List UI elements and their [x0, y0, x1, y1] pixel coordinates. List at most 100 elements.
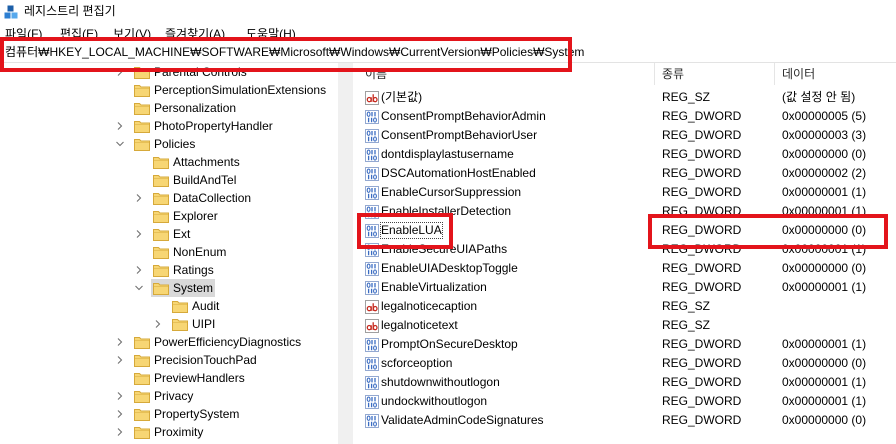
tree-node[interactable]: Privacy	[132, 387, 195, 405]
tree-node[interactable]: Audit	[170, 297, 221, 315]
value-name-cell[interactable]: legalnoticecaption	[357, 299, 655, 314]
value-name-cell[interactable]: (기본값)	[357, 90, 655, 105]
tree-node[interactable]: PropertySystem	[132, 405, 241, 423]
value-row-legalnoticecaption[interactable]: legalnoticecaption REG_SZ	[357, 297, 896, 316]
tree-item-ext[interactable]: Ext	[0, 225, 338, 243]
registry-key-tree[interactable]: Parental Controls PerceptionSimulationExt…	[0, 63, 338, 444]
value-name-cell[interactable]: ConsentPromptBehaviorUser	[357, 128, 655, 143]
tree-item-previewhandlers[interactable]: PreviewHandlers	[0, 369, 338, 387]
tree-node[interactable]: PhotoPropertyHandler	[132, 117, 275, 135]
value-row-validateadmincodesignatures[interactable]: ValidateAdminCodeSignatures REG_DWORD 0x00…	[357, 411, 896, 430]
chevron-down-icon[interactable]	[131, 280, 147, 296]
address-bar[interactable]: 컴퓨터₩HKEY_LOCAL_MACHINE₩SOFTWARE₩Microsof…	[0, 42, 896, 63]
tree-item-perceptionsimulationextensions[interactable]: PerceptionSimulationExtensions	[0, 81, 338, 99]
tree-node[interactable]: System	[151, 279, 216, 297]
tree-node[interactable]: Ratings	[151, 261, 216, 279]
tree-item-personalization[interactable]: Personalization	[0, 99, 338, 117]
value-row-shutdownwithoutlogon[interactable]: shutdownwithoutlogon REG_DWORD 0x00000001 …	[357, 373, 896, 392]
tree-item-powerefficiencydiagnostics[interactable]: PowerEfficiencyDiagnostics	[0, 333, 338, 351]
tree-node[interactable]: Proximity	[132, 423, 205, 441]
value-row-enablecursorsuppression[interactable]: EnableCursorSuppression REG_DWORD 0x000000…	[357, 183, 896, 202]
tree-item-buildandtel[interactable]: BuildAndTel	[0, 171, 338, 189]
value-row-enableuiadesktoptoggle[interactable]: EnableUIADesktopToggle REG_DWORD 0x0000000…	[357, 259, 896, 278]
value-name-cell[interactable]: legalnoticetext	[357, 318, 655, 333]
chevron-right-icon[interactable]	[112, 388, 128, 404]
tree-item-propertysystem[interactable]: PropertySystem	[0, 405, 338, 423]
value-row-consentpromptbehavioradmin[interactable]: ConsentPromptBehaviorAdmin REG_DWORD 0x000…	[357, 107, 896, 126]
value-row-default[interactable]: (기본값) REG_SZ (값 설정 안 됨)	[357, 88, 896, 107]
value-name-cell[interactable]: undockwithoutlogon	[357, 394, 655, 409]
tree-item-attachments[interactable]: Attachments	[0, 153, 338, 171]
tree-item-precisiontouchpad[interactable]: PrecisionTouchPad	[0, 351, 338, 369]
column-header-type[interactable]: 종류	[655, 63, 775, 85]
value-name-cell[interactable]: scforceoption	[357, 356, 655, 371]
tree-item-explorer[interactable]: Explorer	[0, 207, 338, 225]
chevron-right-icon[interactable]	[131, 190, 147, 206]
chevron-right-icon[interactable]	[112, 118, 128, 134]
tree-node[interactable]: Explorer	[151, 207, 220, 225]
menu-favorites[interactable]: 즐겨찾기(A)	[165, 27, 225, 42]
menu-view[interactable]: 보기(V)	[113, 27, 151, 42]
chevron-right-icon[interactable]	[150, 316, 166, 332]
value-row-enablesecureuiapaths[interactable]: EnableSecureUIAPaths REG_DWORD 0x00000001 …	[357, 240, 896, 259]
value-row-consentpromptbehavioruser[interactable]: ConsentPromptBehaviorUser REG_DWORD 0x0000…	[357, 126, 896, 145]
chevron-right-icon[interactable]	[112, 406, 128, 422]
address-path[interactable]: 컴퓨터₩HKEY_LOCAL_MACHINE₩SOFTWARE₩Microsof…	[5, 45, 584, 60]
column-header-name[interactable]: 이름	[357, 63, 655, 85]
value-row-undockwithoutlogon[interactable]: undockwithoutlogon REG_DWORD 0x00000001 (1…	[357, 392, 896, 411]
tree-item-policies[interactable]: Policies	[0, 135, 338, 153]
value-name-cell[interactable]: EnableSecureUIAPaths	[357, 242, 655, 257]
tree-item-photopropertyhandler[interactable]: PhotoPropertyHandler	[0, 117, 338, 135]
chevron-down-icon[interactable]	[112, 136, 128, 152]
column-header-data[interactable]: 데이터	[775, 63, 896, 85]
tree-node[interactable]: UIPI	[170, 315, 217, 333]
tree-item-privacy[interactable]: Privacy	[0, 387, 338, 405]
tree-node[interactable]: DataCollection	[151, 189, 253, 207]
menu-file[interactable]: 파일(F)	[5, 27, 42, 42]
tree-scrollbar[interactable]	[338, 63, 353, 444]
tree-node[interactable]: BuildAndTel	[151, 171, 238, 189]
tree-node[interactable]: Attachments	[151, 153, 242, 171]
tree-node[interactable]: PreviewHandlers	[132, 369, 247, 387]
value-name-cell[interactable]: EnableVirtualization	[357, 280, 655, 295]
value-name-cell[interactable]: ValidateAdminCodeSignatures	[357, 413, 655, 428]
tree-item-audit[interactable]: Audit	[0, 297, 338, 315]
value-name-cell[interactable]: DSCAutomationHostEnabled	[357, 166, 655, 181]
tree-node[interactable]: PrecisionTouchPad	[132, 351, 259, 369]
tree-node[interactable]: Ext	[151, 225, 192, 243]
tree-item-system[interactable]: System	[0, 279, 338, 297]
tree-item-parental-controls[interactable]: Parental Controls	[0, 63, 338, 81]
value-row-enableinstallerdetection[interactable]: EnableInstallerDetection REG_DWORD 0x00000…	[357, 202, 896, 221]
tree-item-proximity[interactable]: Proximity	[0, 423, 338, 441]
tree-item-datacollection[interactable]: DataCollection	[0, 189, 338, 207]
tree-item-nonenum[interactable]: NonEnum	[0, 243, 338, 261]
value-row-promptonsecuredesktop[interactable]: PromptOnSecureDesktop REG_DWORD 0x00000001…	[357, 335, 896, 354]
chevron-right-icon[interactable]	[131, 226, 147, 242]
value-name-cell[interactable]: EnableUIADesktopToggle	[357, 261, 655, 276]
value-row-dscautomationhostenabled[interactable]: DSCAutomationHostEnabled REG_DWORD 0x00000…	[357, 164, 896, 183]
menu-help[interactable]: 도움말(H)	[246, 27, 296, 42]
value-row-enablelua[interactable]: EnableLUA REG_DWORD 0x00000000 (0)	[357, 221, 896, 240]
tree-node[interactable]: Parental Controls	[132, 63, 249, 81]
tree-node[interactable]: NonEnum	[151, 243, 228, 261]
registry-values-list[interactable]: 이름 종류 데이터 (기본값) REG_SZ (값 설정 안 됨) ConsentPr…	[357, 63, 896, 444]
tree-item-uipi[interactable]: UIPI	[0, 315, 338, 333]
tree-node[interactable]: PowerEfficiencyDiagnostics	[132, 333, 303, 351]
value-name-cell[interactable]: PromptOnSecureDesktop	[357, 337, 655, 352]
tree-node[interactable]: PerceptionSimulationExtensions	[132, 81, 328, 99]
value-name-cell[interactable]: EnableLUA	[357, 222, 655, 239]
chevron-right-icon[interactable]	[112, 424, 128, 440]
chevron-right-icon[interactable]	[112, 334, 128, 350]
value-name-cell[interactable]: ConsentPromptBehaviorAdmin	[357, 109, 655, 124]
value-row-legalnoticetext[interactable]: legalnoticetext REG_SZ	[357, 316, 896, 335]
value-name-cell[interactable]: EnableCursorSuppression	[357, 185, 655, 200]
chevron-right-icon[interactable]	[112, 64, 128, 80]
chevron-right-icon[interactable]	[112, 352, 128, 368]
tree-node[interactable]: Personalization	[132, 99, 238, 117]
value-name-cell[interactable]: dontdisplaylastusername	[357, 147, 655, 162]
value-row-scforceoption[interactable]: scforceoption REG_DWORD 0x00000000 (0)	[357, 354, 896, 373]
tree-node[interactable]: Policies	[132, 135, 197, 153]
tree-item-ratings[interactable]: Ratings	[0, 261, 338, 279]
menu-edit[interactable]: 편집(E)	[60, 27, 98, 42]
chevron-right-icon[interactable]	[131, 262, 147, 278]
